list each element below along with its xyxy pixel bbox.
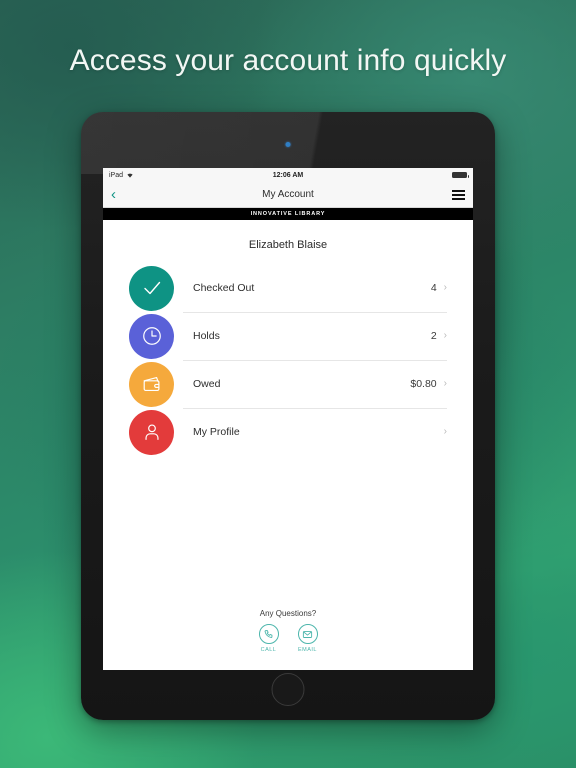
- brand-banner: INNOVATIVE LIBRARY: [103, 208, 473, 220]
- chevron-right-icon: ›: [443, 378, 447, 389]
- battery-icon: [452, 172, 469, 178]
- status-bar: iPad 12:06 AM: [103, 168, 473, 182]
- list-item-value: 4: [430, 282, 437, 294]
- list-item-owed[interactable]: Owed $0.80 ›: [103, 360, 473, 408]
- list-item-label: Holds: [193, 330, 220, 342]
- support-footer-title: Any Questions?: [259, 609, 317, 618]
- list-item-checked-out[interactable]: Checked Out 4 ›: [103, 264, 473, 312]
- status-bar-right: [452, 172, 469, 178]
- list-item-holds[interactable]: Holds 2 ›: [103, 312, 473, 360]
- support-footer: Any Questions? CALL EMAIL: [103, 609, 473, 670]
- row-divider: [183, 408, 447, 409]
- navigation-bar: ‹ My Account: [103, 182, 473, 208]
- support-footer-actions: CALL EMAIL: [103, 624, 473, 653]
- call-action-label: CALL: [260, 647, 277, 653]
- person-icon: [129, 409, 174, 455]
- chevron-right-icon: ›: [443, 426, 447, 437]
- list-item-value: $0.80: [410, 378, 437, 390]
- row-divider: [183, 360, 447, 361]
- email-action-label: EMAIL: [297, 647, 317, 653]
- app-screen: iPad 12:06 AM ‹ My Account INNOVATIVE LI…: [103, 168, 473, 670]
- call-action[interactable]: CALL: [258, 624, 279, 653]
- check-icon: [129, 265, 174, 311]
- home-button[interactable]: [271, 673, 305, 706]
- chevron-right-icon: ›: [443, 330, 447, 341]
- tablet-device-frame: iPad 12:06 AM ‹ My Account INNOVATIVE LI…: [81, 112, 495, 720]
- account-content: Elizabeth Blaise Checked Out 4 › Holds 2…: [103, 220, 473, 670]
- email-action[interactable]: EMAIL: [297, 624, 318, 653]
- page-headline: Access your account info quickly: [69, 44, 507, 77]
- camera-dot-icon: [285, 142, 291, 147]
- list-item-label: Owed: [193, 378, 221, 390]
- phone-icon: [258, 624, 279, 644]
- account-menu-list: Checked Out 4 › Holds 2 › Owed $0.80 › M…: [103, 264, 473, 456]
- list-item-label: My Profile: [193, 426, 240, 438]
- wallet-icon: [129, 361, 174, 407]
- page-title: My Account: [262, 189, 314, 200]
- chevron-right-icon: ›: [443, 282, 447, 293]
- clock-icon: [129, 313, 174, 359]
- list-item-my-profile[interactable]: My Profile ›: [103, 408, 473, 456]
- status-bar-time: 12:06 AM: [272, 171, 304, 179]
- list-item-value: 2: [430, 330, 437, 342]
- envelope-icon: [297, 624, 318, 644]
- row-divider: [183, 312, 447, 313]
- list-item-label: Checked Out: [193, 282, 255, 294]
- account-holder-name: Elizabeth Blaise: [248, 239, 328, 251]
